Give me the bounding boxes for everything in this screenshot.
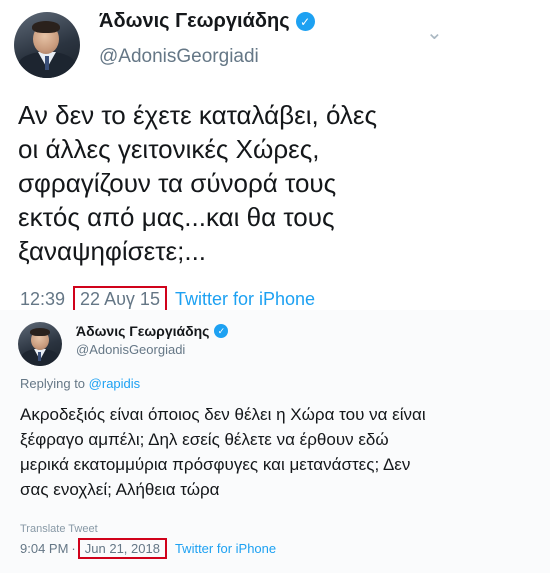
author-name[interactable]: Άδωνις Γεωργιάδης <box>99 10 290 33</box>
tweet-date[interactable]: 22 Αυγ 15 <box>80 289 160 309</box>
tweet-text: Ακροδεξιός είναι όποιος δεν θέλει η Χώρα… <box>20 405 426 499</box>
tweet-meta: 9:04 PM · Jun 21, 2018 Twitter for iPhon… <box>20 538 276 559</box>
translate-tweet-link[interactable]: Translate Tweet <box>20 523 98 535</box>
tweet-date-highlight: Jun 21, 2018 <box>77 538 167 559</box>
tweet-time[interactable]: 9:04 PM <box>20 541 68 556</box>
verified-badge-icon: ✓ <box>295 12 315 31</box>
meta-separator: · <box>71 541 76 556</box>
author-name[interactable]: Άδωνις Γεωργιάδης <box>76 323 209 339</box>
author-name-row[interactable]: Άδωνις Γεωργιάδης ✓ <box>76 323 229 339</box>
verified-badge-icon: ✓ <box>214 324 229 338</box>
tweet-source[interactable]: Twitter for iPhone <box>175 289 315 310</box>
replying-mention[interactable]: @rapidis <box>89 376 141 391</box>
tweet-time[interactable]: 12:39 <box>20 289 65 310</box>
tweet-text: Αν δεν το έχετε καταλάβει, όλες οι άλλες… <box>18 100 378 266</box>
avatar-hair <box>32 21 60 33</box>
avatar-tie <box>38 352 41 361</box>
tweet-date[interactable]: Jun 21, 2018 <box>85 541 160 556</box>
replying-to: Replying to @rapidis <box>20 376 140 391</box>
author-avatar[interactable] <box>18 322 62 366</box>
tweet-date-highlight: 22 Αυγ 15 <box>73 286 167 313</box>
avatar-tie <box>45 56 49 70</box>
author-handle[interactable]: @AdonisGeorgiadi <box>99 46 259 68</box>
tweet-meta: 12:39 22 Αυγ 15 Twitter for iPhone <box>20 286 315 313</box>
author-avatar[interactable] <box>14 12 80 78</box>
tweet-source[interactable]: Twitter for iPhone <box>175 541 276 556</box>
author-handle[interactable]: @AdonisGeorgiadi <box>76 342 185 357</box>
avatar-hair <box>30 328 50 336</box>
primary-tweet: Άδωνις Γεωργιάδης ✓ @AdonisGeorgiadi ⌄ Α… <box>0 0 550 315</box>
replying-prefix: Replying to <box>20 376 86 391</box>
author-name-row[interactable]: Άδωνις Γεωργιάδης ✓ <box>99 10 315 33</box>
reply-tweet: Άδωνις Γεωργιάδης ✓ @AdonisGeorgiadi Rep… <box>0 310 550 573</box>
chevron-down-icon[interactable]: ⌄ <box>426 20 443 45</box>
